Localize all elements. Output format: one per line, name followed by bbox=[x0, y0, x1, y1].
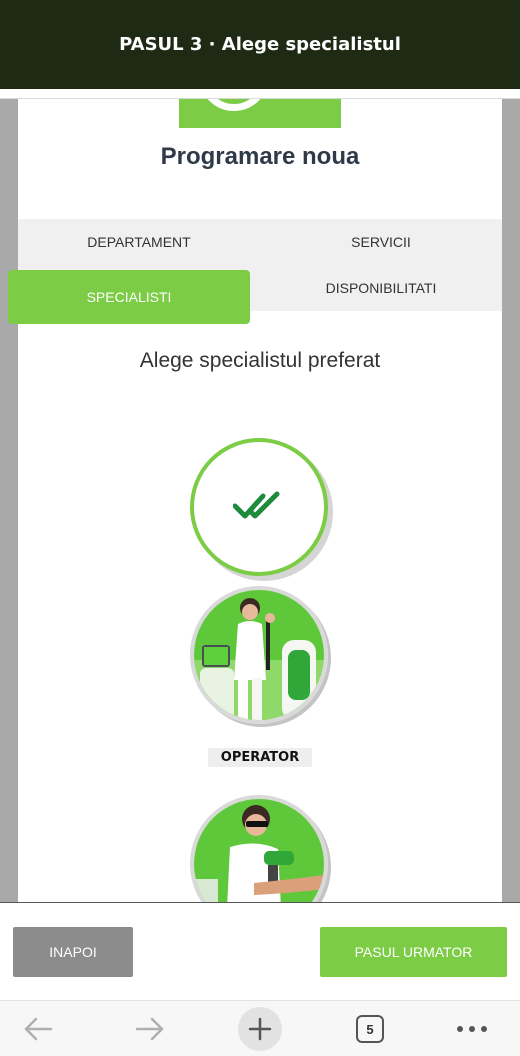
section-subtitle: Alege specialistul preferat bbox=[139, 349, 381, 372]
arrow-right-icon bbox=[135, 1017, 164, 1041]
new-tab-button[interactable] bbox=[238, 1007, 282, 1051]
browser-toolbar: 5 bbox=[0, 1000, 520, 1056]
back-button[interactable]: INAPOI bbox=[13, 927, 133, 977]
tab-count-badge: 5 bbox=[356, 1015, 384, 1043]
tab-specialisti[interactable]: SPECIALISTI bbox=[8, 270, 250, 324]
double-check-icon bbox=[233, 491, 280, 519]
arrow-left-icon bbox=[24, 1017, 53, 1041]
header-bar: PASUL 3 · Alege specialistul bbox=[0, 0, 520, 89]
browser-back-button[interactable] bbox=[18, 1009, 58, 1049]
browser-forward-button[interactable] bbox=[130, 1009, 170, 1049]
step-tabs: DEPARTAMENT SERVICII SPECIALISTI DISPONI… bbox=[8, 219, 502, 324]
tabs-button[interactable]: 5 bbox=[350, 1009, 390, 1049]
brand-logo bbox=[179, 99, 341, 128]
any-specialist-option[interactable] bbox=[190, 438, 328, 576]
web-content[interactable]: Programare noua DEPARTAMENT SERVICII SPE… bbox=[0, 89, 520, 902]
booking-card: Programare noua DEPARTAMENT SERVICII SPE… bbox=[8, 99, 502, 902]
plus-icon bbox=[248, 1017, 272, 1041]
specialist-photo-2[interactable] bbox=[190, 795, 328, 902]
specialist-avatar-image bbox=[194, 799, 324, 902]
logo-ring-icon bbox=[199, 99, 269, 111]
tab-departament[interactable]: DEPARTAMENT bbox=[18, 219, 260, 265]
next-step-button[interactable]: PASUL URMATOR bbox=[320, 927, 507, 977]
specialist-photo-operator[interactable] bbox=[190, 586, 328, 724]
content-top-strip bbox=[0, 89, 520, 99]
specialist-avatar-image bbox=[194, 590, 324, 720]
more-dots-icon bbox=[457, 1026, 487, 1032]
more-menu-button[interactable] bbox=[452, 1009, 492, 1049]
header-title: PASUL 3 · Alege specialistul bbox=[119, 34, 401, 55]
page-title: Programare noua bbox=[160, 143, 360, 170]
specialist-name-label: OPERATOR bbox=[208, 748, 312, 767]
tab-disponibilitati[interactable]: DISPONIBILITATI bbox=[260, 265, 502, 311]
tab-servicii[interactable]: SERVICII bbox=[260, 219, 502, 265]
action-bar: INAPOI PASUL URMATOR bbox=[0, 902, 520, 1000]
